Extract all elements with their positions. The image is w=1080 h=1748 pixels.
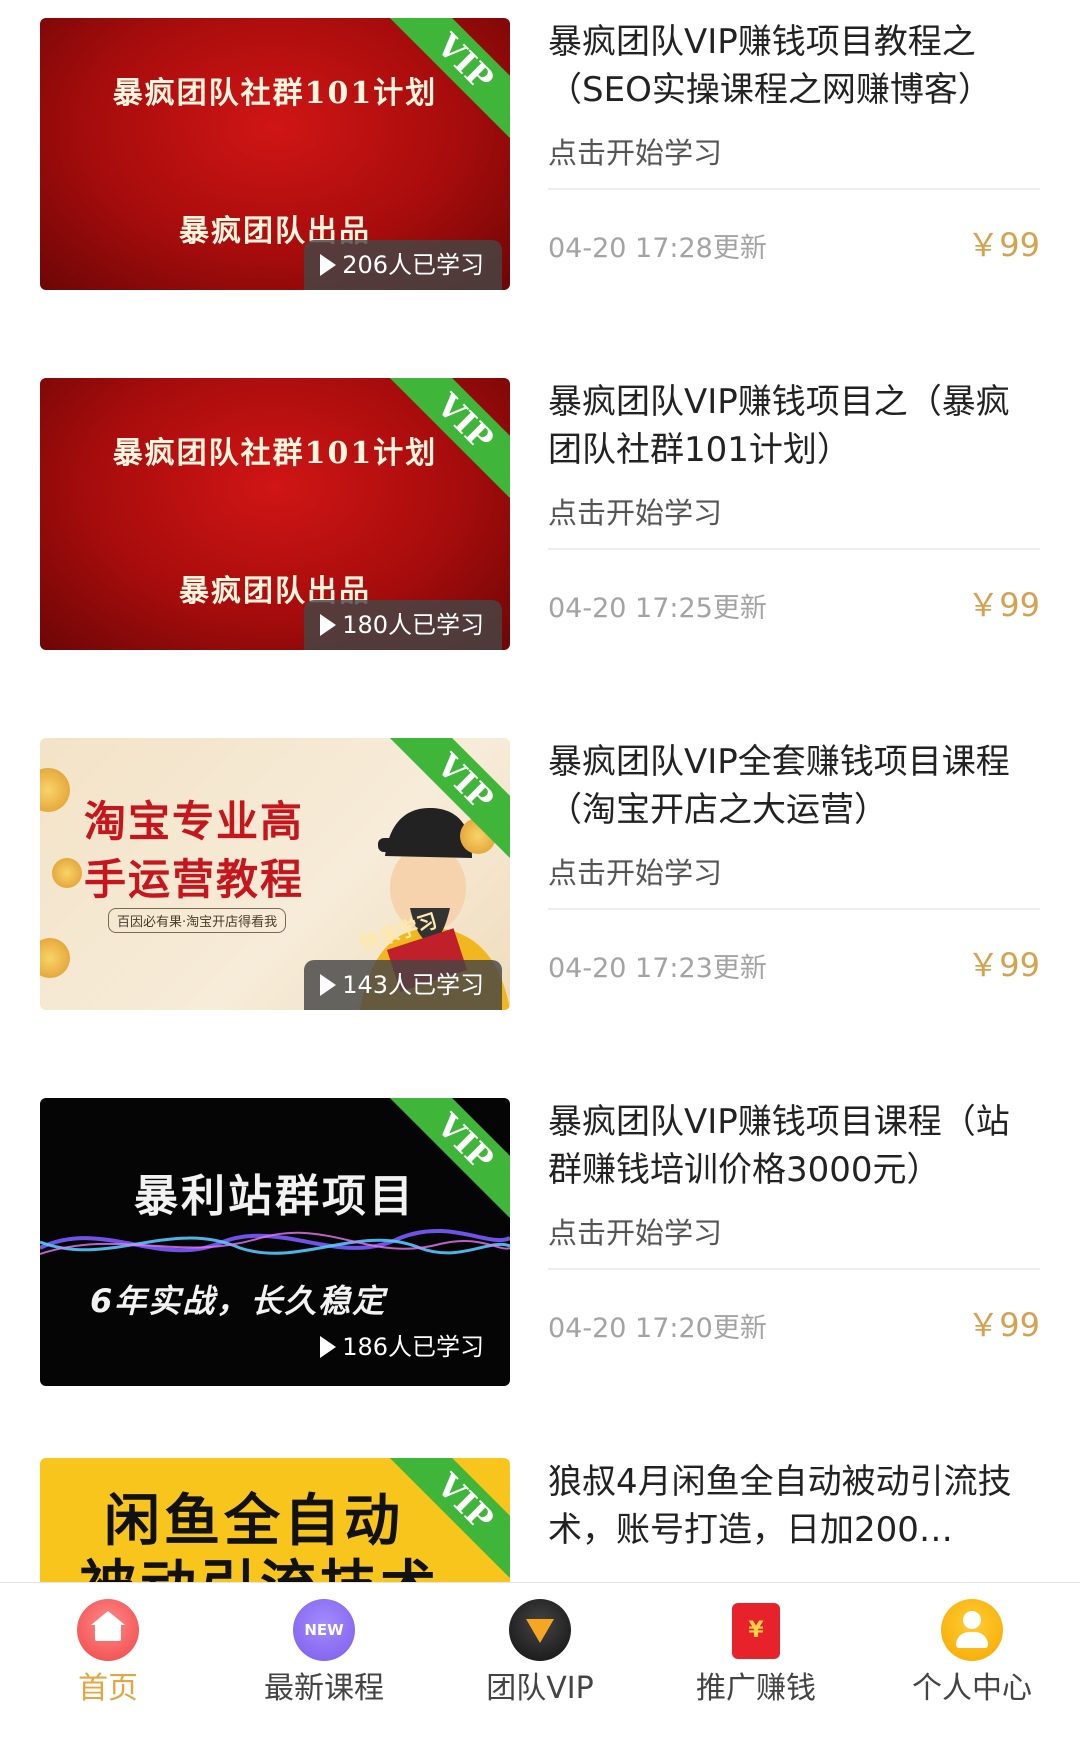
update-time: 04-20 17:23更新 bbox=[548, 953, 767, 984]
course-title[interactable]: 暴疯团队VIP全套赚钱项目课程（淘宝开店之大运营） bbox=[548, 738, 1038, 834]
tab-home-label: 首页 bbox=[78, 1671, 138, 1706]
course-thumbnail[interactable]: 暴疯团队社群101计划 暴疯团队出品 VIP 206人已学习 bbox=[40, 18, 510, 290]
play-icon bbox=[320, 1336, 337, 1358]
tab-promote[interactable]: ¥ 推广赚钱 bbox=[648, 1583, 864, 1717]
tab-home[interactable]: 首页 bbox=[0, 1583, 216, 1717]
thumbnail-tagline: 百因必有果·淘宝开店得看我 bbox=[108, 908, 287, 933]
play-icon bbox=[320, 254, 337, 276]
play-icon bbox=[320, 614, 337, 636]
thumbnail-subtitle: 6年实战，长久稳定 bbox=[90, 1282, 387, 1320]
learner-count: 186人已学习 bbox=[342, 1333, 484, 1361]
learner-count: 180人已学习 bbox=[342, 611, 484, 639]
learner-count: 143人已学习 bbox=[342, 971, 484, 999]
flower-decoration bbox=[52, 858, 82, 888]
course-item[interactable]: 暴疯团队社群101计划 暴疯团队出品 VIP 206人已学习 暴疯团队VIP赚钱… bbox=[0, 18, 1080, 308]
learner-count-badge: 143人已学习 bbox=[304, 960, 502, 1010]
course-title[interactable]: 暴疯团队VIP赚钱项目课程（站群赚钱培训价格3000元） bbox=[548, 1098, 1038, 1194]
course-item[interactable]: 暴疯团队社群101计划 暴疯团队出品 VIP 180人已学习 暴疯团队VIP赚钱… bbox=[0, 378, 1080, 668]
course-thumbnail[interactable]: 暴疯团队社群101计划 暴疯团队出品 VIP 180人已学习 bbox=[40, 378, 510, 650]
course-item[interactable]: 暴利站群项目 6年实战，长久稳定 VIP 186人已学习 暴疯团队VIP赚钱项目… bbox=[0, 1098, 1080, 1388]
tab-new-courses-label: 最新课程 bbox=[264, 1671, 384, 1706]
course-item[interactable]: 淘宝专业高 手运营教程 百因必有果·淘宝开店得看我 快来学习 VIP 143人已… bbox=[0, 738, 1080, 1028]
tab-team-vip[interactable]: 团队VIP bbox=[432, 1583, 648, 1717]
start-learning-link[interactable]: 点击开始学习 bbox=[548, 130, 722, 172]
divider bbox=[548, 908, 1040, 910]
tab-profile-label: 个人中心 bbox=[912, 1671, 1032, 1706]
home-icon bbox=[77, 1599, 139, 1661]
divider bbox=[548, 1268, 1040, 1270]
course-price: ￥99 bbox=[967, 586, 1040, 624]
start-learning-link[interactable]: 点击开始学习 bbox=[548, 850, 722, 892]
update-time: 04-20 17:20更新 bbox=[548, 1313, 767, 1344]
thumbnail-title: 暴疯团队社群101计划 bbox=[112, 436, 438, 471]
update-time: 04-20 17:28更新 bbox=[548, 233, 767, 264]
course-title[interactable]: 狼叔4月闲鱼全自动被动引流技术，账号打造，日加200… bbox=[548, 1458, 1028, 1554]
bottom-tab-bar: 首页 NEW 最新课程 团队VIP ¥ 推广赚钱 个人中心 bbox=[0, 1582, 1080, 1717]
course-title[interactable]: 暴疯团队VIP赚钱项目之（暴疯团队社群101计划） bbox=[548, 378, 1038, 474]
thumbnail-title: 淘宝专业高 bbox=[84, 797, 305, 846]
vip-diamond-icon bbox=[509, 1599, 571, 1661]
divider bbox=[548, 188, 1040, 190]
tab-new-courses[interactable]: NEW 最新课程 bbox=[216, 1583, 432, 1717]
thumbnail-subtitle: 被动引流技术 bbox=[80, 1542, 440, 1582]
new-badge-icon: NEW bbox=[293, 1599, 355, 1661]
start-learning-link[interactable]: 点击开始学习 bbox=[548, 1210, 722, 1252]
thumbnail-title: 暴利站群项目 bbox=[134, 1171, 416, 1222]
course-price: ￥99 bbox=[967, 1306, 1040, 1344]
start-learning-link[interactable]: 点击开始学习 bbox=[548, 490, 722, 532]
tab-team-vip-label: 团队VIP bbox=[486, 1671, 594, 1706]
thumbnail-title-line2: 手运营教程 bbox=[84, 855, 305, 904]
update-time: 04-20 17:25更新 bbox=[548, 593, 767, 624]
thumbnail-title: 暴疯团队社群101计划 bbox=[112, 76, 438, 111]
course-thumbnail[interactable]: 暴利站群项目 6年实战，长久稳定 VIP 186人已学习 bbox=[40, 1098, 510, 1386]
course-price: ￥99 bbox=[967, 226, 1040, 264]
learner-count-badge: 206人已学习 bbox=[304, 240, 502, 290]
divider bbox=[548, 548, 1040, 550]
course-title[interactable]: 暴疯团队VIP赚钱项目教程之（SEO实操课程之网赚博客） bbox=[548, 18, 1038, 114]
red-envelope-icon: ¥ bbox=[732, 1603, 780, 1659]
course-thumbnail[interactable]: 淘宝专业高 手运营教程 百因必有果·淘宝开店得看我 快来学习 VIP 143人已… bbox=[40, 738, 510, 1010]
course-thumbnail[interactable]: 闲鱼全自动 被动引流技术 VIP bbox=[40, 1458, 510, 1582]
user-icon bbox=[941, 1599, 1003, 1661]
learner-count-badge: 186人已学习 bbox=[304, 1322, 502, 1372]
play-icon bbox=[320, 974, 337, 996]
tab-promote-label: 推广赚钱 bbox=[696, 1671, 816, 1706]
tab-profile[interactable]: 个人中心 bbox=[864, 1583, 1080, 1717]
learner-count-badge: 180人已学习 bbox=[304, 600, 502, 650]
course-price: ￥99 bbox=[967, 946, 1040, 984]
learner-count: 206人已学习 bbox=[342, 251, 484, 279]
